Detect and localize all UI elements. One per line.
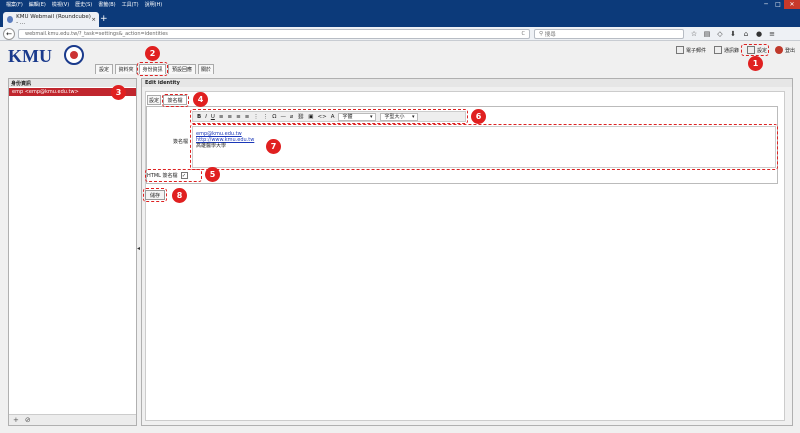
- tab-folders[interactable]: 資料夾: [115, 64, 137, 74]
- logout-button[interactable]: 登出: [775, 46, 795, 54]
- panel-splitter[interactable]: ◂: [137, 245, 140, 252]
- university-seal-icon: [64, 45, 84, 65]
- tab-title: KMU Webmail (Roundcube) - ...: [16, 13, 91, 26]
- maximize-button[interactable]: □: [772, 0, 784, 9]
- back-button[interactable]: ←: [3, 28, 15, 40]
- reload-button[interactable]: C: [522, 31, 526, 37]
- annotation-badge-8: 8: [172, 188, 187, 203]
- menu-view[interactable]: 檢視(V): [52, 1, 69, 8]
- logout-icon: [775, 46, 784, 54]
- annotation-badge-2: 2: [145, 46, 160, 61]
- signature-label: 簽名檔: [172, 139, 188, 145]
- home-icon[interactable]: ⌂: [742, 28, 750, 39]
- tab-close-button[interactable]: ×: [91, 17, 96, 23]
- highlight-signature-tab: [162, 94, 189, 107]
- kmu-logo: KMU: [8, 46, 52, 66]
- annotation-badge-3: 3: [111, 85, 126, 100]
- header-tools: 電子郵件 通訊錄 設定 登出: [676, 46, 795, 54]
- highlight-html-signature: [145, 169, 202, 182]
- annotation-badge-7: 7: [266, 139, 281, 154]
- tab-responses[interactable]: 預設回應: [168, 64, 196, 74]
- tab-bar: [0, 9, 800, 27]
- reading-list-icon[interactable]: ▤: [703, 28, 711, 39]
- annotation-badge-6: 6: [471, 109, 486, 124]
- mail-button[interactable]: 電子郵件: [676, 46, 706, 54]
- highlight-identities-tab: [137, 62, 168, 76]
- annotation-badge-5: 5: [205, 167, 220, 182]
- highlight-settings: [741, 44, 769, 56]
- url-bar[interactable]: webmail.kmu.edu.tw/?_task=settings&_acti…: [18, 29, 530, 39]
- add-identity-button[interactable]: +: [13, 416, 19, 424]
- tab-about[interactable]: 關於: [198, 64, 214, 74]
- menu-bar: 檔案(F) 編輯(E) 檢視(V) 歷史(S) 書籤(B) 工具(T) 說明(H…: [0, 0, 800, 9]
- tab-settings[interactable]: 設定: [95, 64, 113, 74]
- back-arrow-icon: ←: [6, 30, 12, 38]
- bookmark-star-icon[interactable]: ☆: [690, 28, 698, 39]
- contacts-button[interactable]: 通訊錄: [714, 46, 739, 54]
- minimize-button[interactable]: ─: [760, 0, 772, 9]
- pocket-icon[interactable]: ◇: [716, 28, 724, 39]
- browser-tab[interactable]: KMU Webmail (Roundcube) - ... ×: [3, 12, 99, 27]
- chat-icon[interactable]: ●: [755, 28, 763, 39]
- favicon-icon: [7, 16, 14, 23]
- download-icon[interactable]: ⬇: [729, 28, 737, 39]
- close-window-button[interactable]: ✕: [784, 0, 800, 9]
- menu-tools[interactable]: 工具(T): [122, 1, 139, 8]
- identities-footer: + ⊘: [9, 414, 136, 425]
- menu-help[interactable]: 說明(H): [145, 1, 163, 8]
- mail-icon: [676, 46, 684, 54]
- menu-edit[interactable]: 編輯(E): [29, 1, 46, 8]
- browser-search-input[interactable]: ⚲ 搜尋: [534, 29, 684, 39]
- menu-history[interactable]: 歷史(S): [75, 1, 92, 8]
- menu-file[interactable]: 檔案(F): [6, 1, 23, 8]
- nav-icons: ☆ ▤ ◇ ⬇ ⌂ ● ≡: [690, 28, 776, 39]
- url-text: webmail.kmu.edu.tw/?_task=settings&_acti…: [25, 31, 168, 37]
- highlight-toolbar: [190, 109, 468, 124]
- annotation-badge-4: 4: [193, 92, 208, 107]
- delete-identity-button[interactable]: ⊘: [25, 416, 31, 424]
- edit-identity-title: Edit identity: [142, 79, 792, 87]
- identities-panel: [8, 78, 137, 426]
- new-tab-button[interactable]: +: [100, 14, 108, 24]
- highlight-save: [143, 188, 167, 202]
- contacts-icon: [714, 46, 723, 54]
- search-placeholder: 搜尋: [544, 32, 556, 38]
- window-controls: ─ □ ✕: [760, 0, 800, 9]
- hamburger-menu-icon[interactable]: ≡: [768, 28, 776, 39]
- menu-bookmarks[interactable]: 書籤(B): [98, 1, 115, 8]
- subtab-settings[interactable]: 設定: [147, 95, 161, 105]
- annotation-badge-1: 1: [748, 56, 763, 71]
